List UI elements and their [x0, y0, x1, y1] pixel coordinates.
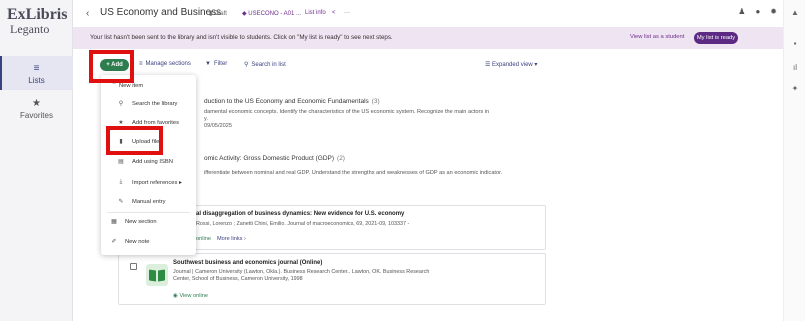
new-note-label: New note: [125, 239, 150, 245]
citation-details: Journal | Cameron University (Lawton, Ok…: [173, 269, 430, 275]
pencil-icon: ✎: [118, 199, 124, 205]
my-list-is-ready-button[interactable]: My list is ready: [694, 32, 738, 44]
section-title[interactable]: omic Activity: Gross Domestic Product (G…: [204, 155, 345, 162]
sections-icon: ≡: [139, 61, 143, 67]
section-date: 09/05/2025: [204, 123, 232, 129]
logo-line1: ExLibris: [7, 6, 68, 23]
view-online-label: View online: [179, 293, 208, 299]
view-online-link[interactable]: ◉ View online: [173, 293, 208, 299]
section-icon: ▦: [111, 219, 117, 225]
manage-sections-button[interactable]: ≡ Manage sections: [139, 61, 191, 67]
status-banner: Your list hasn't been sent to the librar…: [73, 27, 783, 49]
highlight-add-button: [89, 50, 134, 83]
new-section-label: New section: [125, 219, 157, 225]
more-options-icon[interactable]: ···: [344, 10, 350, 16]
expanded-view-toggle[interactable]: ☰ Expanded view ▾: [485, 61, 537, 68]
list-toolbar: + Add ≡ Manage sections ▼ Filter ⚲ Search i…: [73, 56, 783, 74]
section-count: (2): [337, 155, 345, 162]
gear-icon[interactable]: ✹: [770, 7, 777, 16]
draft-label: Draft: [213, 11, 227, 17]
menu-add-isbn[interactable]: ▤ Add using ISBN: [101, 155, 196, 169]
list-info-link[interactable]: List info: [305, 10, 326, 16]
note-icon: ✐: [111, 239, 117, 245]
citation-links: online More links ›: [196, 236, 246, 242]
user-roles-icon[interactable]: ♟: [738, 7, 745, 16]
right-rail: ▲ ▪ ıl ✦: [783, 0, 805, 321]
menu-import-references[interactable]: ⤓ Import references ▸: [101, 176, 196, 190]
pin-icon[interactable]: ✦: [789, 84, 801, 93]
list-title: US Economy and Business: [100, 7, 222, 18]
new-item-label: New item: [119, 83, 144, 89]
import-icon: ⤓: [119, 179, 123, 185]
help-icon[interactable]: ●: [755, 7, 760, 16]
star-icon: ★: [32, 98, 41, 109]
nav-favorites-label: Favorites: [20, 111, 53, 120]
section-description: damental economic concepts. Identify the…: [204, 109, 490, 115]
online-link[interactable]: online: [196, 236, 211, 242]
section-title-text: duction to the US Economy and Economic F…: [204, 98, 369, 105]
back-icon[interactable]: ‹: [86, 8, 89, 19]
import-references-label: Import references ▸: [132, 180, 182, 186]
expanded-view-label: Expanded view: [492, 62, 533, 68]
highlight-upload-files: [106, 126, 163, 155]
header-actions: ♟ ● ✹: [738, 7, 777, 16]
section-description: ifferentiate between nominal and real GD…: [204, 170, 503, 176]
banner-message: Your list hasn't been sent to the librar…: [90, 34, 393, 41]
search-icon: ⚲: [118, 101, 124, 107]
menu-manual-entry[interactable]: ✎ Manual entry: [101, 195, 196, 209]
book-icon: [146, 264, 168, 286]
nav-item-lists[interactable]: ≡ Lists: [0, 56, 73, 90]
more-links-link[interactable]: More links ›: [217, 236, 246, 242]
left-navigation: ExLibris Leganto ≡ Lists ★ Favorites: [0, 0, 73, 321]
list-icon: ≡: [33, 63, 40, 74]
search-in-list-label: Search in list: [251, 62, 286, 68]
list-header: ‹ US Economy and Business ▮ Draft ◆ USEC…: [73, 0, 783, 27]
citation-details-cont: Center, School of Business, Cameron Univ…: [173, 276, 303, 282]
view-icon: ☰: [485, 62, 493, 68]
filter-icon: ▼: [205, 61, 211, 67]
search-library-label: Search the library: [132, 101, 178, 107]
add-dropdown-menu: ^ New item ⚲ Search the library ★ Add fr…: [101, 75, 196, 255]
draft-status: ▮ Draft: [209, 10, 227, 17]
manage-sections-label: Manage sections: [145, 61, 191, 67]
view-as-student-button[interactable]: View list as a student: [630, 34, 684, 40]
menu-new-note[interactable]: ✐ New note: [101, 235, 196, 249]
citation-title[interactable]: al disaggregation of business dynamics: …: [196, 211, 404, 217]
section-title[interactable]: duction to the US Economy and Economic F…: [204, 98, 380, 105]
bell-icon[interactable]: ▲: [789, 8, 801, 17]
nav-lists-label: Lists: [28, 76, 45, 85]
menu-divider: [107, 212, 190, 213]
citation-card[interactable]: Southwest business and economics journal…: [118, 253, 546, 305]
citation-title[interactable]: Southwest business and economics journal…: [173, 260, 322, 266]
share-icon[interactable]: <: [332, 10, 336, 16]
star-icon: ★: [118, 120, 124, 126]
search-icon: ⚲: [244, 62, 249, 68]
chevron-down-icon: ▾: [532, 62, 538, 68]
section-title-text: omic Activity: Gross Domestic Product (G…: [204, 155, 335, 162]
manual-entry-label: Manual entry: [132, 199, 166, 205]
filter-label: Filter: [213, 61, 228, 67]
logo-line2: Leganto: [10, 22, 50, 36]
filter-button[interactable]: ▼ Filter: [205, 61, 227, 67]
section-count: (3): [371, 98, 380, 105]
nav-item-favorites[interactable]: ★ Favorites: [0, 98, 73, 121]
course-link[interactable]: ◆ USECONO - A01 ...: [242, 10, 301, 17]
search-in-list-button[interactable]: ⚲ Search in list: [244, 61, 286, 68]
analytics-icon[interactable]: ıl: [789, 63, 801, 72]
menu-search-library[interactable]: ⚲ Search the library: [101, 97, 196, 111]
exlibris-leganto-logo: ExLibris Leganto: [7, 7, 69, 39]
barcode-icon: ▤: [118, 159, 124, 165]
menu-new-section[interactable]: ▦ New section: [101, 215, 196, 229]
chat-icon[interactable]: ▪: [789, 39, 801, 48]
citation-details: Rossi, Lorenzo ; Zanetti Chini, Emilio. …: [196, 221, 410, 227]
section-description-cont: y.: [204, 116, 208, 122]
add-isbn-label: Add using ISBN: [132, 159, 173, 165]
course-label: USECONO - A01 ...: [248, 11, 301, 17]
select-checkbox[interactable]: [130, 263, 137, 270]
